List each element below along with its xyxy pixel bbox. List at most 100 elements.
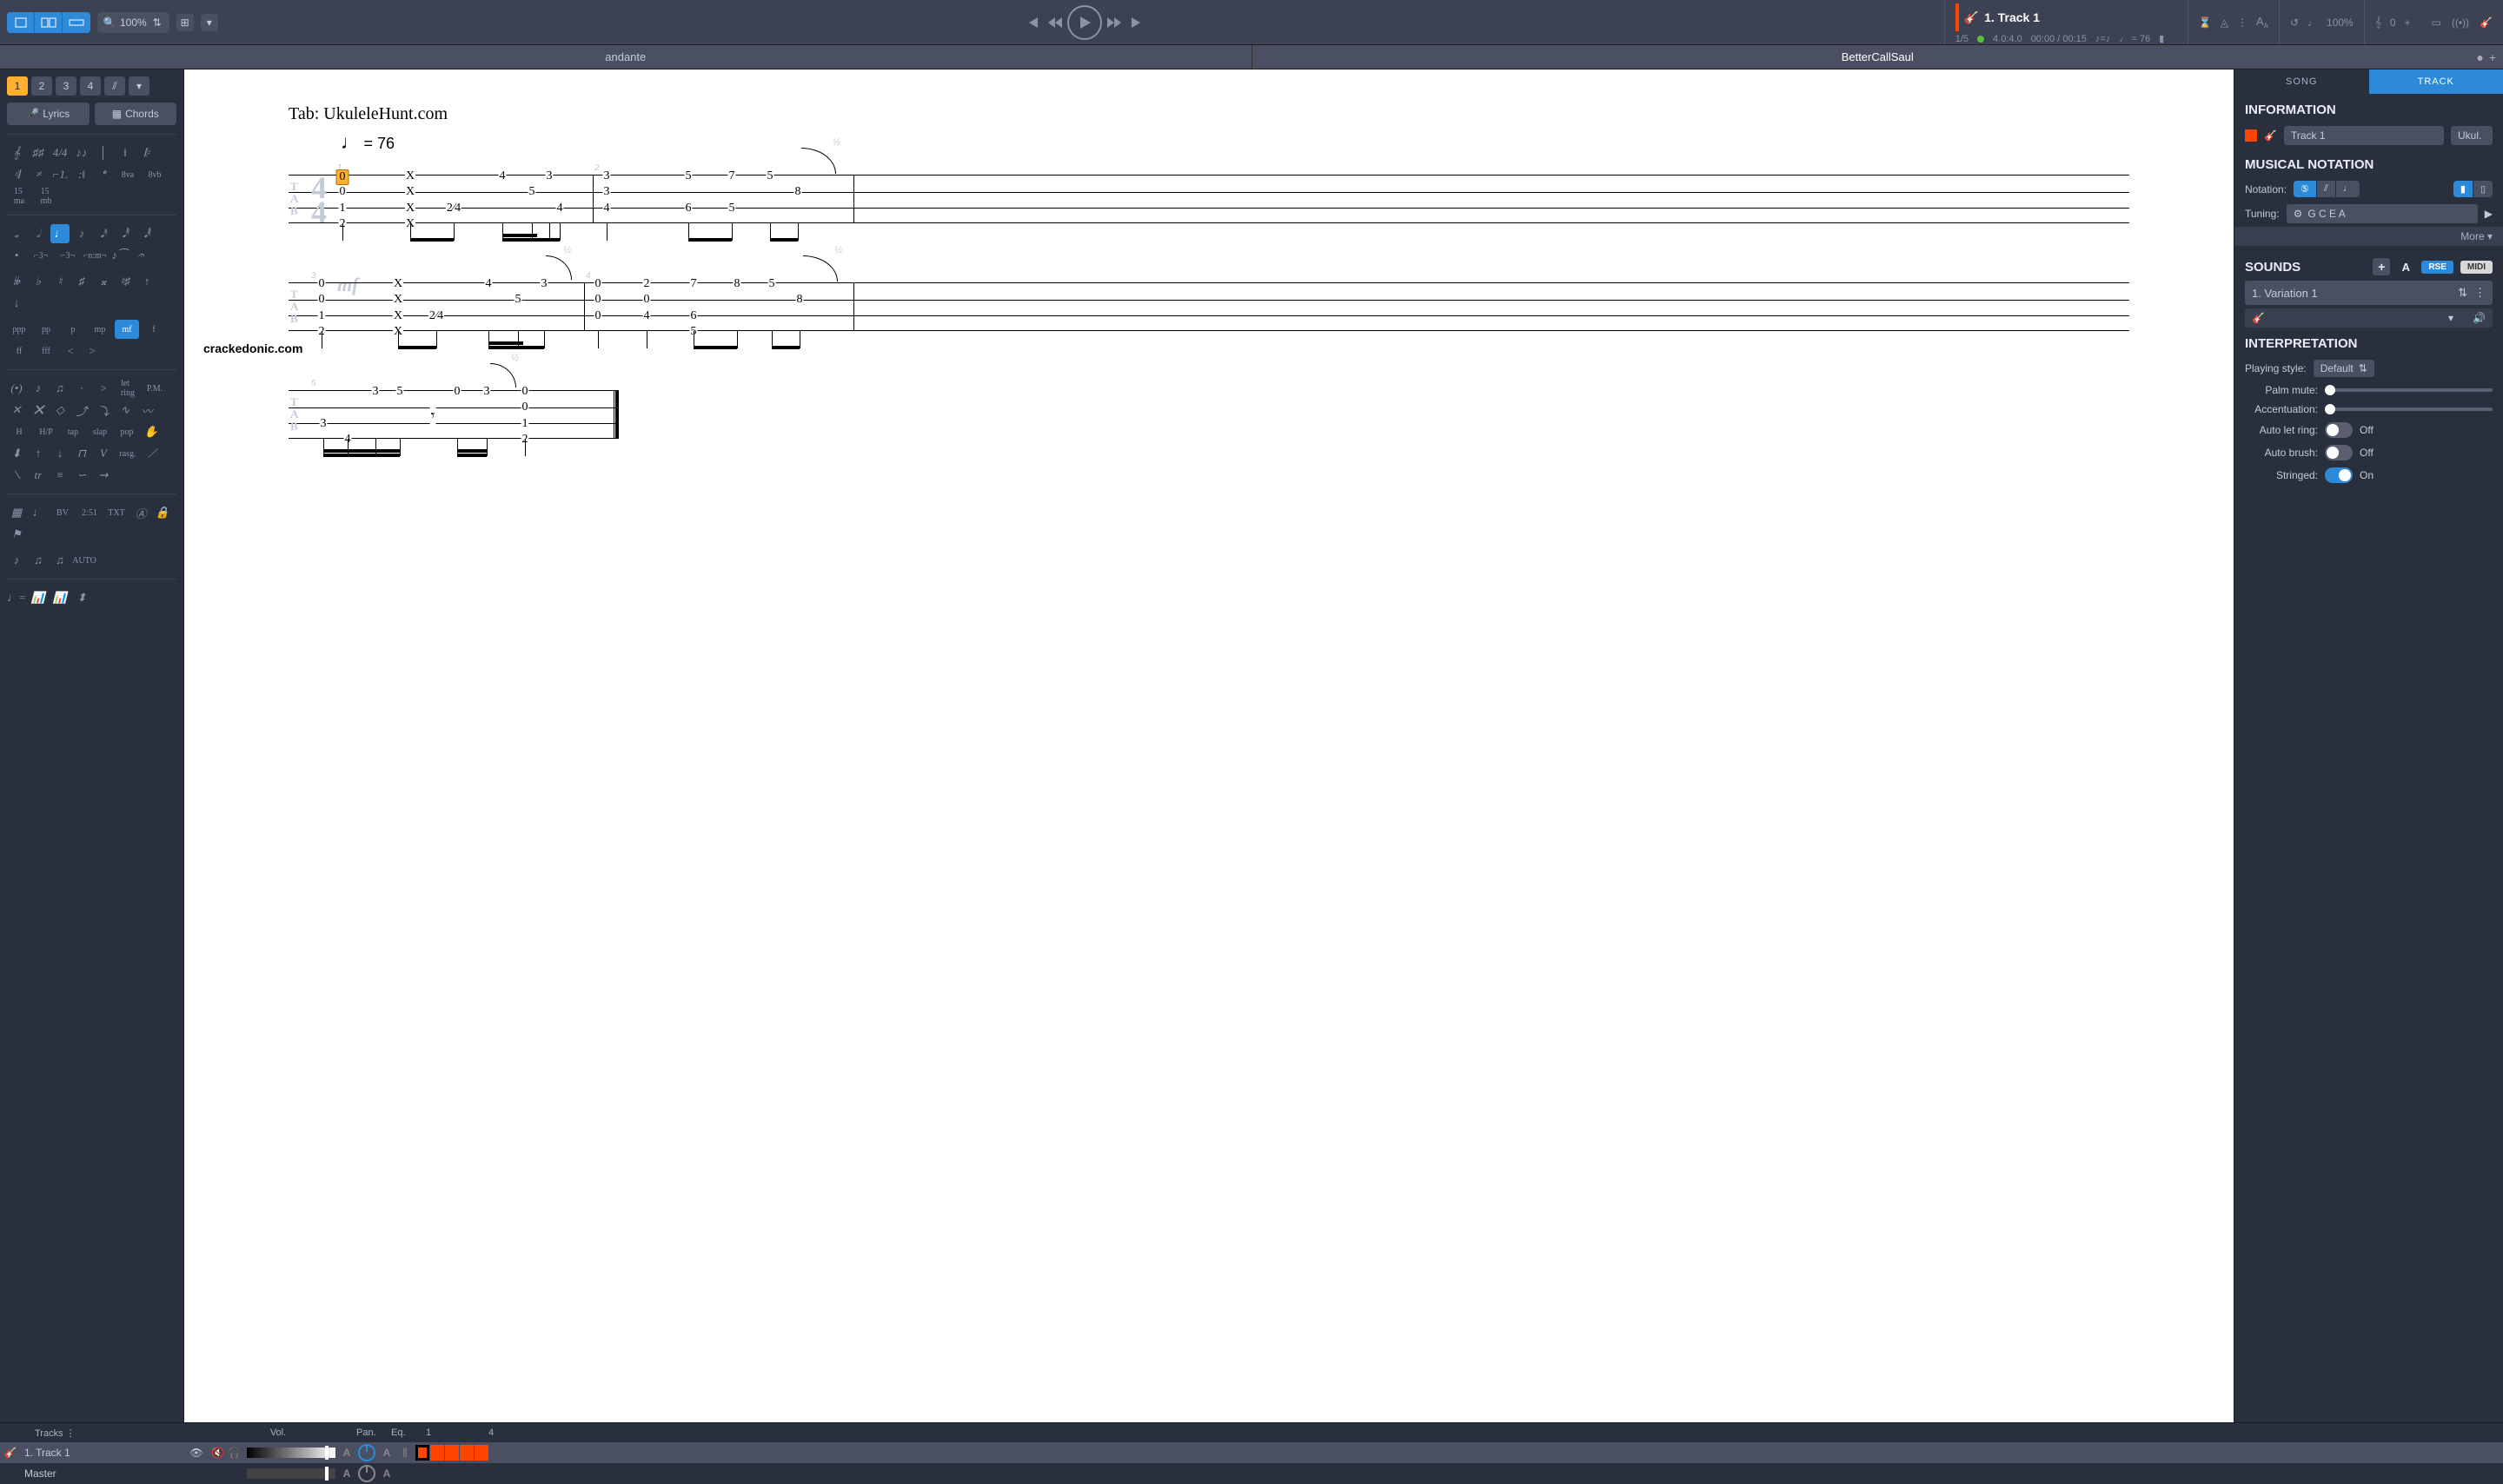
pm-icon[interactable]: P.M. bbox=[143, 379, 167, 398]
flat-icon[interactable]: ♭ bbox=[29, 272, 48, 291]
vol-auto-icon[interactable]: 📊 bbox=[29, 588, 48, 607]
bar-cell-3[interactable] bbox=[445, 1445, 459, 1461]
trill-icon[interactable]: tr bbox=[29, 466, 48, 485]
tuplet3-icon[interactable]: ⌐3¬ bbox=[29, 246, 53, 265]
tie-icon[interactable]: ♪⁀ bbox=[110, 246, 129, 265]
master-row[interactable]: Master A A bbox=[0, 1463, 2503, 1484]
txt-icon[interactable]: TXT bbox=[104, 503, 129, 522]
metronome-toggle-icon[interactable]: ◬ bbox=[2221, 17, 2228, 29]
automation-a-icon[interactable]: A bbox=[339, 1447, 355, 1459]
transpose-value[interactable]: 0 bbox=[2390, 17, 2396, 29]
repeat-bar-icon[interactable]: 𝄎 bbox=[29, 165, 48, 184]
track-1-volume[interactable] bbox=[247, 1448, 335, 1458]
notation-slash-button[interactable]: ⫽ bbox=[2317, 181, 2336, 197]
font-size-icon[interactable]: AA bbox=[2256, 15, 2268, 30]
auto-beam-icon[interactable]: ♫ bbox=[29, 551, 48, 570]
bar-separator-icon[interactable]: │ bbox=[94, 143, 113, 162]
bar-cell-2[interactable] bbox=[430, 1445, 444, 1461]
upstroke-icon[interactable]: ↑ bbox=[29, 444, 48, 463]
stems-down-button[interactable]: ▮ bbox=[2453, 181, 2473, 197]
pan-auto-icon[interactable]: 📊 bbox=[50, 588, 70, 607]
section-name[interactable]: andante bbox=[0, 45, 1252, 69]
speaker-icon[interactable]: 🔊 bbox=[2473, 312, 2486, 324]
mp-icon[interactable]: mp bbox=[88, 320, 112, 339]
master-auto-icon[interactable]: ⬍ bbox=[72, 588, 91, 607]
fermata-icon[interactable]: 𝄐 bbox=[131, 246, 150, 265]
chords-button[interactable]: ▦Chords bbox=[95, 103, 177, 125]
rewind-button[interactable] bbox=[1045, 12, 1066, 33]
notation-standard-button[interactable]: ♩ bbox=[2336, 181, 2360, 197]
sound-a-button[interactable]: A bbox=[2397, 258, 2414, 275]
sharp-key-icon[interactable]: ♯♯ bbox=[29, 143, 48, 162]
downstroke-icon[interactable]: ↓ bbox=[50, 444, 70, 463]
repeat-close2-icon[interactable]: :‖ bbox=[72, 165, 91, 184]
pan-a-icon[interactable]: A bbox=[379, 1447, 395, 1459]
voice-dropdown-icon[interactable]: ▾ bbox=[129, 76, 149, 96]
alt-ending-icon[interactable]: ⌐1. bbox=[50, 165, 70, 184]
arpeggio-icon[interactable]: ⇝ bbox=[94, 466, 113, 485]
track-color-swatch[interactable] bbox=[2245, 129, 2257, 142]
tremolo-icon[interactable]: ≡ bbox=[50, 466, 70, 485]
8va-icon[interactable]: 8va bbox=[116, 165, 140, 184]
tremolo-bar-icon[interactable]: ⤵ bbox=[94, 401, 113, 420]
multivoice-icon[interactable]: ⫽ bbox=[104, 76, 125, 96]
auto-note-icon[interactable]: ♪ bbox=[7, 551, 26, 570]
semitone-down-icon[interactable]: ↓ bbox=[7, 294, 26, 313]
mute-icon[interactable]: 🔇 bbox=[211, 1447, 224, 1459]
hourglass-icon[interactable]: ⌛ bbox=[2199, 17, 2212, 29]
master-pan[interactable] bbox=[358, 1465, 375, 1482]
metronome-icon[interactable]: ▮ bbox=[2159, 33, 2164, 44]
master-pan-a-icon[interactable]: A bbox=[379, 1467, 395, 1480]
15ma-icon[interactable]: 15ma bbox=[7, 187, 31, 206]
tempo-auto-icon[interactable]: ♩= bbox=[7, 588, 26, 607]
lyrics-button[interactable]: 🎤Lyrics bbox=[7, 103, 90, 125]
track-short-field[interactable]: Ukul. bbox=[2451, 126, 2493, 145]
fff-icon[interactable]: fff bbox=[34, 341, 58, 361]
double-bar-icon[interactable]: ‖ bbox=[116, 143, 135, 162]
ghost-note-icon[interactable]: (•) bbox=[7, 379, 26, 398]
speed-value[interactable]: 100% bbox=[2327, 17, 2354, 29]
pop-icon[interactable]: pop bbox=[115, 422, 139, 441]
play-tuning-icon[interactable]: ▶ bbox=[2485, 208, 2493, 220]
voice-3-button[interactable]: 3 bbox=[56, 76, 76, 96]
doubleflat-icon[interactable]: 𝄫 bbox=[7, 272, 26, 291]
bar-note-icon[interactable]: ♩ bbox=[29, 503, 48, 522]
dot-icon[interactable]: ● bbox=[2476, 50, 2483, 64]
bend-icon[interactable]: ⤴ bbox=[72, 401, 91, 420]
eighth-note-icon[interactable]: ♪ bbox=[72, 224, 91, 243]
rasg-icon[interactable]: rasg. bbox=[116, 444, 140, 463]
bv-icon[interactable]: BV bbox=[50, 503, 75, 522]
brush-icon[interactable]: ⬇ bbox=[7, 444, 26, 463]
tab-song[interactable]: SONG bbox=[2234, 70, 2369, 94]
view-page-single[interactable] bbox=[7, 12, 35, 33]
palm-icon[interactable]: ✋ bbox=[142, 422, 161, 441]
visibility-icon[interactable]: 👁 bbox=[184, 1447, 209, 1459]
sixteenth-note-icon[interactable]: 𝅘𝅥𝅯 bbox=[94, 224, 113, 243]
thirtysecond-note-icon[interactable]: 𝅘𝅥𝅰 bbox=[116, 224, 135, 243]
box-a-icon[interactable]: Ⓐ bbox=[131, 503, 150, 522]
timesig-44-icon[interactable]: 4/4 bbox=[50, 143, 70, 162]
track-1-eq-icon[interactable]: ⫼ bbox=[395, 1447, 415, 1460]
transpose-up-icon[interactable]: + bbox=[2405, 17, 2411, 29]
voice-1-button[interactable]: 1 bbox=[7, 76, 28, 96]
15mb-icon[interactable]: 15mb bbox=[34, 187, 58, 206]
semitone-up-icon[interactable]: ↑ bbox=[137, 272, 156, 291]
quarter-note-icon[interactable]: ♩ bbox=[50, 224, 70, 243]
fretboard-icon[interactable]: ▭ bbox=[2432, 17, 2441, 29]
master-volume[interactable] bbox=[247, 1468, 335, 1479]
forward-button[interactable] bbox=[1104, 12, 1125, 33]
solo-icon[interactable]: 🎧 bbox=[228, 1447, 241, 1459]
plus-icon[interactable]: + bbox=[2489, 50, 2496, 64]
sound-variation-select[interactable]: 1. Variation 1 ⇅ ⋮ bbox=[2245, 281, 2493, 305]
hammer-icon[interactable]: H bbox=[7, 422, 31, 441]
auto-let-ring-toggle[interactable] bbox=[2325, 422, 2353, 438]
layout-dropdown-icon[interactable]: ▾ bbox=[201, 14, 218, 31]
tap-icon[interactable]: tap bbox=[61, 422, 85, 441]
tuner-icon[interactable]: ((•)) bbox=[2452, 17, 2469, 29]
triplet-feel-icon[interactable]: ♪♪ bbox=[72, 143, 91, 162]
treble-clef-icon[interactable]: 𝄞 bbox=[7, 143, 26, 162]
auto-brush-toggle[interactable] bbox=[2325, 445, 2353, 460]
tab-track[interactable]: TRACK bbox=[2369, 70, 2503, 94]
rse-badge[interactable]: RSE bbox=[2421, 261, 2453, 274]
tupletn-icon[interactable]: ⌐n:m¬ bbox=[83, 246, 107, 265]
